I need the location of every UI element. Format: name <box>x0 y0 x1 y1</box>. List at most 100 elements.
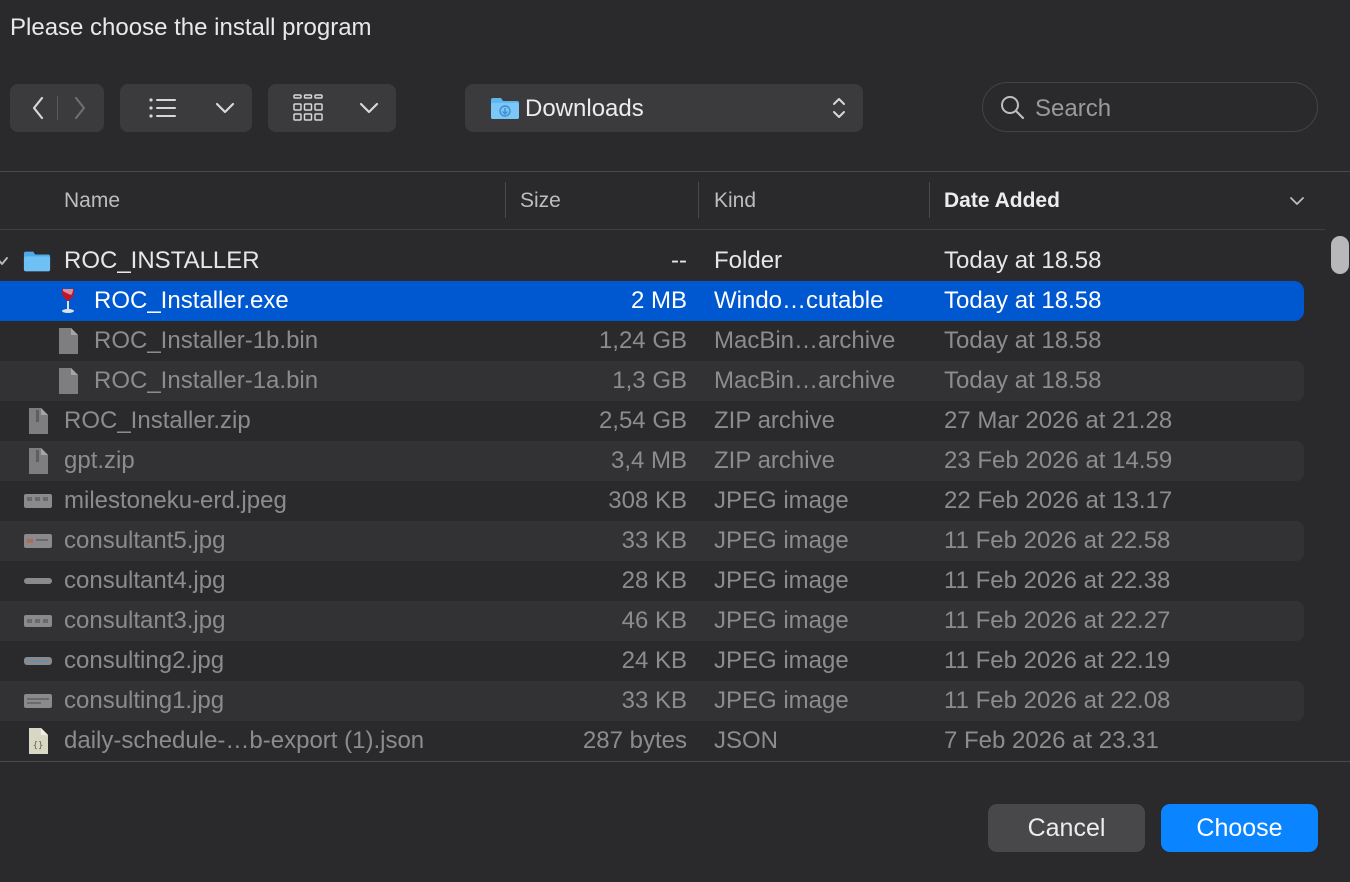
file-date-added: 11 Feb 2026 at 22.08 <box>944 687 1171 714</box>
header-divider <box>0 229 1325 230</box>
file-size: 1,3 GB <box>612 367 687 394</box>
disclosure-triangle-icon[interactable] <box>0 247 12 275</box>
document-icon <box>54 367 82 395</box>
file-size: 287 bytes <box>582 727 687 754</box>
scrollbar-thumb[interactable] <box>1331 236 1349 274</box>
table-row[interactable]: ROC_Installer-1a.bin 1,3 GB MacBin…archi… <box>0 361 1304 401</box>
file-size: 3,4 MB <box>610 447 687 474</box>
chevron-left-icon <box>32 96 44 120</box>
navigation-segment <box>10 84 104 132</box>
file-date-added: 23 Feb 2026 at 14.59 <box>944 447 1173 474</box>
sort-descending-icon[interactable] <box>1286 172 1308 229</box>
column-header-kind[interactable]: Kind <box>714 189 756 213</box>
document-icon <box>54 327 82 355</box>
image-thumbnail-icon <box>24 647 52 675</box>
file-date-added: 22 Feb 2026 at 13.17 <box>944 487 1173 514</box>
column-header-row: Name Size Kind Date Added <box>0 172 1325 229</box>
file-kind: JPEG image <box>714 647 849 674</box>
table-row[interactable]: consulting1.jpg 33 KB JPEG image 11 Feb … <box>0 681 1304 721</box>
file-name: ROC_Installer.zip <box>64 407 251 434</box>
table-row[interactable]: milestoneku-erd.jpeg 308 KB JPEG image 2… <box>0 481 1304 521</box>
file-size: 33 KB <box>621 687 687 714</box>
search-icon <box>997 83 1027 131</box>
file-kind: JSON <box>714 727 779 754</box>
image-thumbnail-icon <box>24 527 52 555</box>
file-name: ROC_Installer.exe <box>94 287 289 314</box>
file-kind: ZIP archive <box>714 407 835 434</box>
table-row[interactable]: consulting2.jpg 24 KB JPEG image 11 Feb … <box>0 641 1304 681</box>
wine-icon <box>54 287 82 315</box>
file-size: 24 KB <box>621 647 687 674</box>
file-date-added: 11 Feb 2026 at 22.27 <box>944 607 1171 634</box>
search-field[interactable] <box>982 82 1318 132</box>
json-file-icon: {} <box>24 727 52 755</box>
file-kind: JPEG image <box>714 607 849 634</box>
table-row[interactable]: ROC_INSTALLER -- Folder Today at 18.58 <box>0 241 1304 281</box>
file-size: 28 KB <box>621 567 687 594</box>
chevron-right-icon <box>74 96 86 120</box>
file-size: -- <box>671 247 687 274</box>
image-thumbnail-icon <box>24 687 52 715</box>
file-size: 308 KB <box>608 487 687 514</box>
table-row[interactable]: {} daily-schedule-…b-export (1).json 287… <box>0 721 1304 761</box>
table-row[interactable]: consultant4.jpg 28 KB JPEG image 11 Feb … <box>0 561 1304 601</box>
table-row[interactable]: ROC_Installer-1b.bin 1,24 GB MacBin…arch… <box>0 321 1304 361</box>
column-divider[interactable] <box>505 182 506 218</box>
table-row-selected[interactable]: ROC_Installer.exe 2 MB Windo…cutable Tod… <box>0 281 1304 321</box>
chevron-down-icon <box>212 84 238 132</box>
file-date-added: Today at 18.58 <box>944 327 1102 354</box>
cancel-button[interactable]: Cancel <box>988 804 1145 852</box>
back-button[interactable] <box>18 84 58 132</box>
file-date-added: 27 Mar 2026 at 21.28 <box>944 407 1173 434</box>
file-kind: JPEG image <box>714 567 849 594</box>
image-thumbnail-icon <box>24 607 52 635</box>
view-mode-button[interactable] <box>120 84 252 132</box>
file-name: gpt.zip <box>64 447 135 474</box>
grid-group-icon <box>290 84 326 132</box>
group-by-button[interactable] <box>268 84 396 132</box>
file-date-added: Today at 18.58 <box>944 367 1102 394</box>
column-header-date-added[interactable]: Date Added <box>944 189 1060 213</box>
dialog-title: Please choose the install program <box>10 14 372 41</box>
column-divider[interactable] <box>929 182 930 218</box>
nav-divider <box>57 96 58 120</box>
chevron-down-icon <box>356 84 382 132</box>
file-list: ROC_INSTALLER -- Folder Today at 18.58 R… <box>0 241 1325 761</box>
forward-button[interactable] <box>60 84 100 132</box>
table-row[interactable]: consultant3.jpg 46 KB JPEG image 11 Feb … <box>0 601 1304 641</box>
location-popup[interactable]: Downloads <box>465 84 863 132</box>
file-date-added: Today at 18.58 <box>944 287 1102 314</box>
file-name: consulting1.jpg <box>64 687 225 714</box>
file-date-added: 11 Feb 2026 at 22.38 <box>944 567 1171 594</box>
file-kind: JPEG image <box>714 487 849 514</box>
file-kind: ZIP archive <box>714 447 835 474</box>
folder-icon <box>23 247 51 275</box>
file-size: 46 KB <box>621 607 687 634</box>
table-row[interactable]: ROC_Installer.zip 2,54 GB ZIP archive 27… <box>0 401 1304 441</box>
file-size: 2 MB <box>630 287 687 314</box>
location-label: Downloads <box>525 95 644 122</box>
file-date-added: Today at 18.58 <box>944 247 1102 274</box>
file-size: 1,24 GB <box>598 327 687 354</box>
column-divider[interactable] <box>698 182 699 218</box>
zip-icon <box>24 407 52 435</box>
choose-button[interactable]: Choose <box>1161 804 1318 852</box>
file-size: 2,54 GB <box>598 407 687 434</box>
column-header-size[interactable]: Size <box>520 189 561 213</box>
image-thumbnail-icon <box>24 487 52 515</box>
file-name: consultant3.jpg <box>64 607 226 634</box>
table-row[interactable]: gpt.zip 3,4 MB ZIP archive 23 Feb 2026 a… <box>0 441 1304 481</box>
column-header-name[interactable]: Name <box>64 189 120 213</box>
svg-text:{}: {} <box>33 741 44 751</box>
file-kind: MacBin…archive <box>714 327 896 354</box>
list-view-icon <box>146 84 180 132</box>
list-bottom-divider <box>0 761 1350 762</box>
table-row[interactable]: consultant5.jpg 33 KB JPEG image 11 Feb … <box>0 521 1304 561</box>
file-size: 33 KB <box>621 527 687 554</box>
search-input[interactable] <box>1033 94 1297 124</box>
file-name: daily-schedule-…b-export (1).json <box>64 727 425 754</box>
vertical-scrollbar[interactable] <box>1328 230 1350 760</box>
file-kind: Windo…cutable <box>714 287 884 314</box>
zip-icon <box>24 447 52 475</box>
file-name: consultant5.jpg <box>64 527 226 554</box>
